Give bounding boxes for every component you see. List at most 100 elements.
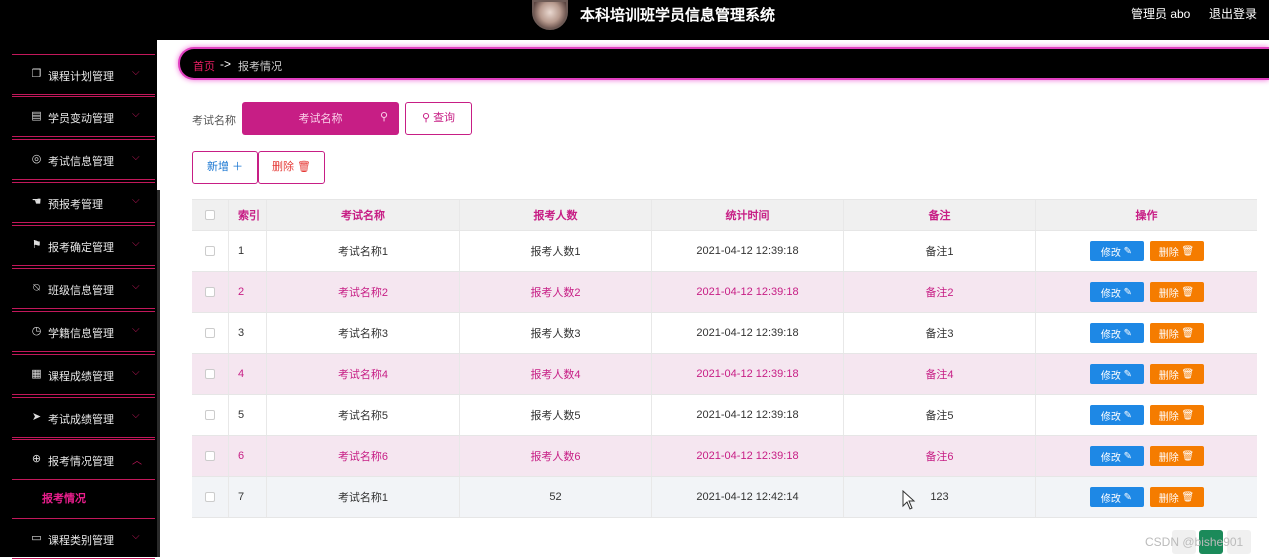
avatar [532,0,568,30]
row-time: 2021-04-12 12:39:18 [652,354,844,394]
table-row[interactable]: 2 考试名称2 报考人数2 2021-04-12 12:39:18 备注2 修改… [192,272,1257,313]
chevron-down-icon: ⌵ [132,195,140,206]
delete-label: 删除 [1158,288,1179,300]
row-count: 报考人数3 [460,313,652,353]
sidebar-item-exam-score[interactable]: ➤ 考试成绩管理 ⌵ [12,397,155,438]
breadcrumb-home[interactable]: 首页 [193,58,215,74]
query-button-label: 查询 [433,112,456,124]
edit-label: 修改 [1100,370,1121,382]
row-checkbox[interactable] [205,410,215,420]
row-note: 备注4 [844,354,1036,394]
row-actions: 修改 ✎ 删除 🗑 [1036,395,1257,435]
edit-button[interactable]: 修改 ✎ [1089,282,1144,302]
monitor-icon: ▭ [31,532,42,544]
table-row[interactable]: 5 考试名称5 报考人数5 2021-04-12 12:39:18 备注5 修改… [192,395,1257,436]
row-checkbox-cell [192,354,229,394]
row-index: 4 [229,354,267,394]
row-delete-button[interactable]: 删除 🗑 [1149,364,1204,384]
edit-button[interactable]: 修改 ✎ [1089,364,1144,384]
add-button-label: 新增 [206,161,229,173]
bell-off-icon: ⍉ [33,282,40,294]
breadcrumb-current: 报考情况 [238,61,282,73]
row-checkbox-cell [192,272,229,312]
breadcrumb: 首页 -> 报考情况 [178,47,1269,80]
row-delete-button[interactable]: 删除 🗑 [1149,323,1204,343]
send-icon: ➤ [31,411,42,423]
edit-button[interactable]: 修改 ✎ [1089,487,1144,507]
row-name: 考试名称4 [267,354,460,394]
row-index: 2 [229,272,267,312]
row-checkbox[interactable] [205,451,215,461]
row-checkbox-cell [192,477,229,517]
sidebar-scrollbar[interactable] [157,190,160,557]
sidebar-item-exam-info[interactable]: ◎ 考试信息管理 ⌵ [12,139,155,180]
column-header: 考试名称 [267,200,460,230]
edit-button[interactable]: 修改 ✎ [1089,405,1144,425]
column-header: 报考人数 [460,200,652,230]
table-row[interactable]: 3 考试名称3 报考人数3 2021-04-12 12:39:18 备注3 修改… [192,313,1257,354]
chevron-down-icon: ⌵ [132,109,140,120]
row-name: 考试名称2 [267,272,460,312]
edit-label: 修改 [1100,493,1121,505]
edit-label: 修改 [1100,411,1121,423]
row-count: 报考人数1 [460,231,652,271]
sidebar-item-registration-status[interactable]: ⊕ 报考情况管理 ︿ [12,439,155,480]
delete-button[interactable]: 删除 🗑 [258,151,325,184]
sidebar-item-pre-registration[interactable]: ☚ 预报考管理 ⌵ [12,182,155,223]
trash-icon: 🗑 [1178,327,1195,339]
search-input[interactable] [242,102,399,135]
row-delete-button[interactable]: 删除 🗑 [1149,446,1204,466]
edit-button[interactable]: 修改 ✎ [1089,323,1144,343]
edit-label: 修改 [1100,452,1121,464]
delete-label: 删除 [1158,247,1179,259]
row-checkbox-cell [192,436,229,476]
logout-link[interactable]: 退出登录 [1209,5,1257,22]
table-row[interactable]: 7 考试名称1 52 2021-04-12 12:42:14 123 修改 ✎ … [192,477,1257,518]
row-checkbox[interactable] [205,246,215,256]
row-delete-button[interactable]: 删除 🗑 [1149,241,1204,261]
row-name: 考试名称5 [267,395,460,435]
sidebar-item-course-plan[interactable]: ❐ 课程计划管理 ⌵ [12,54,155,95]
pencil-icon: ✎ [1120,286,1133,298]
row-actions: 修改 ✎ 删除 🗑 [1036,272,1257,312]
grid-icon: ▦ [31,368,42,380]
row-checkbox[interactable] [205,492,215,502]
row-time: 2021-04-12 12:42:14 [652,477,844,517]
row-delete-button[interactable]: 删除 🗑 [1149,282,1204,302]
sidebar-item-student-change[interactable]: ▤ 学员变动管理 ⌵ [12,96,155,137]
delete-label: 删除 [1158,411,1179,423]
row-actions: 修改 ✎ 删除 🗑 [1036,231,1257,271]
table-row[interactable]: 4 考试名称4 报考人数4 2021-04-12 12:39:18 备注4 修改… [192,354,1257,395]
sidebar-item-class-info[interactable]: ⍉ 班级信息管理 ⌵ [12,268,155,309]
row-delete-button[interactable]: 删除 🗑 [1149,405,1204,425]
submenu-registration-status[interactable]: 报考情况 [42,490,86,506]
row-name: 考试名称1 [267,231,460,271]
row-checkbox[interactable] [205,369,215,379]
query-button[interactable]: ⚲ 查询 [405,102,472,135]
edit-label: 修改 [1100,288,1121,300]
row-count: 报考人数2 [460,272,652,312]
breadcrumb-separator: -> [220,57,232,71]
sidebar-item-course-category[interactable]: ▭ 课程类别管理 ⌵ [12,518,155,559]
column-header: 统计时间 [652,200,844,230]
table-row[interactable]: 6 考试名称6 报考人数6 2021-04-12 12:39:18 备注6 修改… [192,436,1257,477]
row-delete-button[interactable]: 删除 🗑 [1149,487,1204,507]
row-time: 2021-04-12 12:39:18 [652,231,844,271]
row-index: 1 [229,231,267,271]
row-count: 报考人数6 [460,436,652,476]
add-button[interactable]: 新增 ＋ [192,151,258,184]
row-checkbox[interactable] [205,287,215,297]
select-all-checkbox[interactable] [205,210,215,220]
user-label[interactable]: 管理员 abo [1131,5,1190,22]
row-note: 备注1 [844,231,1036,271]
edit-button[interactable]: 修改 ✎ [1089,241,1144,261]
pencil-icon: ✎ [1120,327,1133,339]
row-note: 备注2 [844,272,1036,312]
edit-button[interactable]: 修改 ✎ [1089,446,1144,466]
sidebar-item-course-score[interactable]: ▦ 课程成绩管理 ⌵ [12,354,155,395]
sidebar-item-registration-confirm[interactable]: ⚑ 报考确定管理 ⌵ [12,225,155,266]
sidebar-item-student-record[interactable]: ◷ 学籍信息管理 ⌵ [12,311,155,352]
table-row[interactable]: 1 考试名称1 报考人数1 2021-04-12 12:39:18 备注1 修改… [192,231,1257,272]
row-checkbox[interactable] [205,328,215,338]
row-actions: 修改 ✎ 删除 🗑 [1036,477,1257,517]
